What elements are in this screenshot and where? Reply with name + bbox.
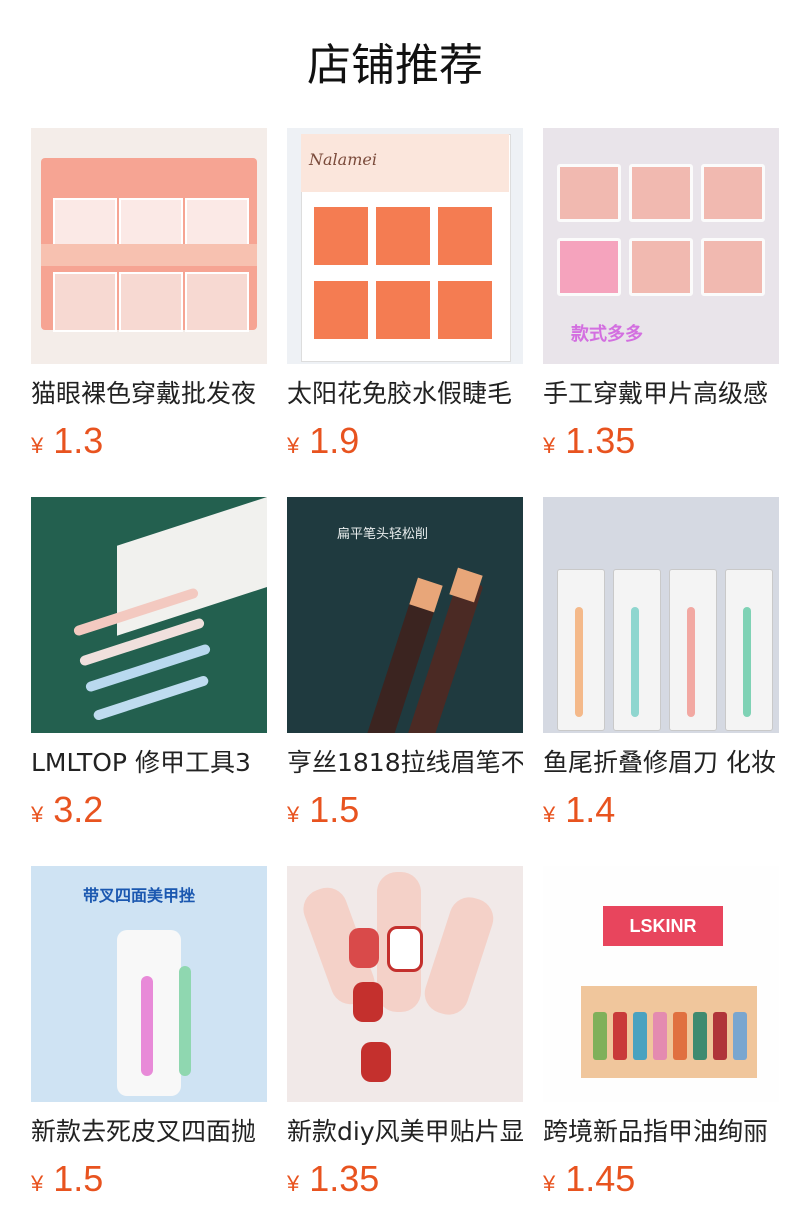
price-value: 3.2	[53, 789, 104, 830]
currency-symbol: ¥	[543, 802, 556, 827]
product-card[interactable]: 扁平笔头轻松削 亨丝1818拉线眉笔不 ¥ 1.5	[287, 497, 523, 852]
thumb-caption: 款式多多	[571, 324, 643, 345]
product-name[interactable]: 新款去死皮叉四面抛	[31, 1116, 267, 1148]
thumb-caption: 带叉四面美甲挫	[83, 886, 196, 905]
currency-symbol: ¥	[31, 802, 44, 827]
page-title: 店铺推荐	[307, 40, 483, 91]
price-value: 1.35	[309, 1158, 380, 1199]
product-name[interactable]: 猫眼裸色穿戴批发夜	[31, 378, 267, 410]
product-price: ¥ 1.35	[287, 1158, 523, 1202]
price-value: 1.3	[53, 420, 104, 461]
product-card[interactable]: 鱼尾折叠修眉刀 化妆 ¥ 1.4	[543, 497, 779, 852]
price-value: 1.5	[309, 789, 360, 830]
product-image[interactable]: 款式多多	[543, 128, 779, 364]
product-card[interactable]: LSKINR 跨境新品指甲油绚丽 ¥ 1.45	[543, 866, 779, 1221]
price-value: 1.9	[309, 420, 360, 461]
product-grid: 猫眼裸色穿戴批发夜 ¥ 1.3 Nalamei 太阳花免胶水假睫毛 ¥ 1.9 …	[31, 128, 779, 1221]
product-price: ¥ 1.4	[543, 789, 779, 833]
currency-symbol: ¥	[31, 1171, 44, 1196]
product-name[interactable]: 手工穿戴甲片高级感	[543, 378, 779, 410]
product-card[interactable]: Nalamei 太阳花免胶水假睫毛 ¥ 1.9	[287, 128, 523, 483]
product-image[interactable]	[287, 866, 523, 1102]
product-image[interactable]	[543, 497, 779, 733]
product-card[interactable]: 款式多多 手工穿戴甲片高级感 ¥ 1.35	[543, 128, 779, 483]
price-value: 1.45	[565, 1158, 636, 1199]
product-name[interactable]: LMLTOP 修甲工具3	[31, 747, 267, 779]
currency-symbol: ¥	[543, 1171, 556, 1196]
currency-symbol: ¥	[287, 1171, 300, 1196]
price-value: 1.5	[53, 1158, 104, 1199]
currency-symbol: ¥	[31, 433, 44, 458]
product-card[interactable]: 猫眼裸色穿戴批发夜 ¥ 1.3	[31, 128, 267, 483]
product-price: ¥ 1.5	[31, 1158, 267, 1202]
price-value: 1.35	[565, 420, 636, 461]
currency-symbol: ¥	[543, 433, 556, 458]
product-price: ¥ 1.9	[287, 420, 523, 464]
product-price: ¥ 3.2	[31, 789, 267, 833]
product-name[interactable]: 跨境新品指甲油绚丽	[543, 1116, 779, 1148]
thumb-brand: LSKINR	[603, 906, 723, 946]
product-image[interactable]: LSKINR	[543, 866, 779, 1102]
shop-recommend-page: 店铺推荐 猫眼裸色穿戴批发夜 ¥ 1.3 Nalamei 太阳花免胶水假睫毛 ¥…	[0, 0, 790, 1232]
product-price: ¥ 1.5	[287, 789, 523, 833]
thumb-caption: 扁平笔头轻松削	[337, 527, 429, 542]
product-price: ¥ 1.35	[543, 420, 779, 464]
product-name[interactable]: 新款diy风美甲贴片显	[287, 1116, 523, 1148]
product-image[interactable]	[31, 497, 267, 733]
currency-symbol: ¥	[287, 433, 300, 458]
thumb-brand: Nalamei	[309, 150, 377, 169]
product-card[interactable]: LMLTOP 修甲工具3 ¥ 3.2	[31, 497, 267, 852]
product-price: ¥ 1.45	[543, 1158, 779, 1202]
product-name[interactable]: 亨丝1818拉线眉笔不	[287, 747, 523, 779]
product-name[interactable]: 鱼尾折叠修眉刀 化妆	[543, 747, 779, 779]
product-image[interactable]: 扁平笔头轻松削	[287, 497, 523, 733]
product-image[interactable]: Nalamei	[287, 128, 523, 364]
product-name[interactable]: 太阳花免胶水假睫毛	[287, 378, 523, 410]
currency-symbol: ¥	[287, 802, 300, 827]
product-card[interactable]: 带叉四面美甲挫 新款去死皮叉四面抛 ¥ 1.5	[31, 866, 267, 1221]
product-card[interactable]: 新款diy风美甲贴片显 ¥ 1.35	[287, 866, 523, 1221]
price-value: 1.4	[565, 789, 616, 830]
product-price: ¥ 1.3	[31, 420, 267, 464]
product-image[interactable]	[31, 128, 267, 364]
product-image[interactable]: 带叉四面美甲挫	[31, 866, 267, 1102]
